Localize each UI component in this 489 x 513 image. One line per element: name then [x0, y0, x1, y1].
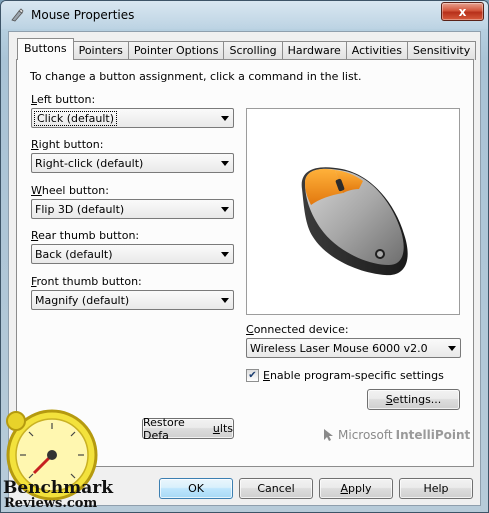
chevron-down-icon: [221, 116, 229, 121]
right-button-select[interactable]: Right-click (default): [31, 153, 234, 173]
apply-button[interactable]: Apply: [319, 478, 393, 499]
close-button[interactable]: x: [441, 2, 484, 21]
connected-device-value: Wireless Laser Mouse 6000 v2.0: [250, 342, 428, 355]
tab-buttons[interactable]: Buttons: [17, 38, 74, 60]
watermark-benchmark: Benchmark: [3, 478, 113, 498]
right-button-label: Right button:: [31, 138, 104, 151]
mouse-pointer-icon: [324, 429, 333, 441]
window-title: Mouse Properties: [31, 8, 135, 22]
mouse-preview-image: [246, 108, 460, 315]
wheel-button-select[interactable]: Flip 3D (default): [31, 199, 234, 219]
chevron-down-icon: [221, 252, 229, 257]
instruction-text: To change a button assignment, click a c…: [30, 70, 362, 83]
help-button[interactable]: Help: [399, 478, 473, 499]
connected-device-select[interactable]: Wireless Laser Mouse 6000 v2.0: [246, 338, 461, 358]
program-specific-checkbox[interactable]: ✔: [246, 369, 259, 382]
title-bar[interactable]: Mouse Properties x: [1, 1, 488, 29]
rear-thumb-button-label: Rear thumb button:: [31, 229, 140, 242]
wheel-button-label: Wheel button:: [31, 184, 109, 197]
intellipoint-brand: Microsoft IntelliPoint: [321, 428, 470, 442]
rear-thumb-button-select[interactable]: Back (default): [31, 244, 234, 264]
program-specific-label: Enable program-specific settings: [263, 369, 444, 382]
restore-defaults-button[interactable]: Restore Defa u lts: [142, 416, 234, 442]
chevron-down-icon: [448, 346, 456, 351]
rear-thumb-button-value: Back (default): [35, 248, 113, 261]
left-button-label: Left button:: [31, 93, 96, 106]
left-button-value: Click (default): [34, 111, 117, 126]
wireless-mouse-icon: [301, 167, 408, 276]
program-specific-checkbox-row[interactable]: ✔ Enable program-specific settings: [246, 369, 444, 382]
cancel-button[interactable]: Cancel: [239, 478, 313, 499]
close-icon: x: [458, 4, 467, 19]
tab-activities[interactable]: Activities: [345, 41, 408, 60]
watermark-reviews: Reviews.com: [4, 496, 98, 511]
front-thumb-button-select[interactable]: Magnify (default): [31, 290, 234, 310]
chevron-down-icon: [221, 161, 229, 166]
mouse-app-icon: [9, 7, 25, 23]
tab-hardware[interactable]: Hardware: [281, 41, 347, 60]
wheel-button-value: Flip 3D (default): [35, 203, 125, 216]
tab-sensitivity[interactable]: Sensitivity: [406, 41, 477, 60]
tab-strip: Buttons Pointers Pointer Options Scrolli…: [17, 38, 477, 60]
connected-device-label: Connected device:: [246, 323, 349, 336]
tab-pointers[interactable]: Pointers: [72, 41, 129, 60]
chevron-down-icon: [221, 207, 229, 212]
brand-product: IntelliPoint: [395, 428, 471, 442]
right-button-value: Right-click (default): [35, 157, 144, 170]
front-thumb-button-value: Magnify (default): [35, 294, 130, 307]
settings-button[interactable]: Settings...: [367, 389, 460, 410]
tab-pointer-options[interactable]: Pointer Options: [127, 41, 225, 60]
left-button-select[interactable]: Click (default): [31, 108, 234, 128]
front-thumb-button-label: Front thumb button:: [31, 275, 142, 288]
brand-prefix: Microsoft: [338, 428, 393, 442]
chevron-down-icon: [221, 298, 229, 303]
tab-scrolling[interactable]: Scrolling: [223, 41, 283, 60]
ok-button[interactable]: OK: [159, 478, 233, 499]
